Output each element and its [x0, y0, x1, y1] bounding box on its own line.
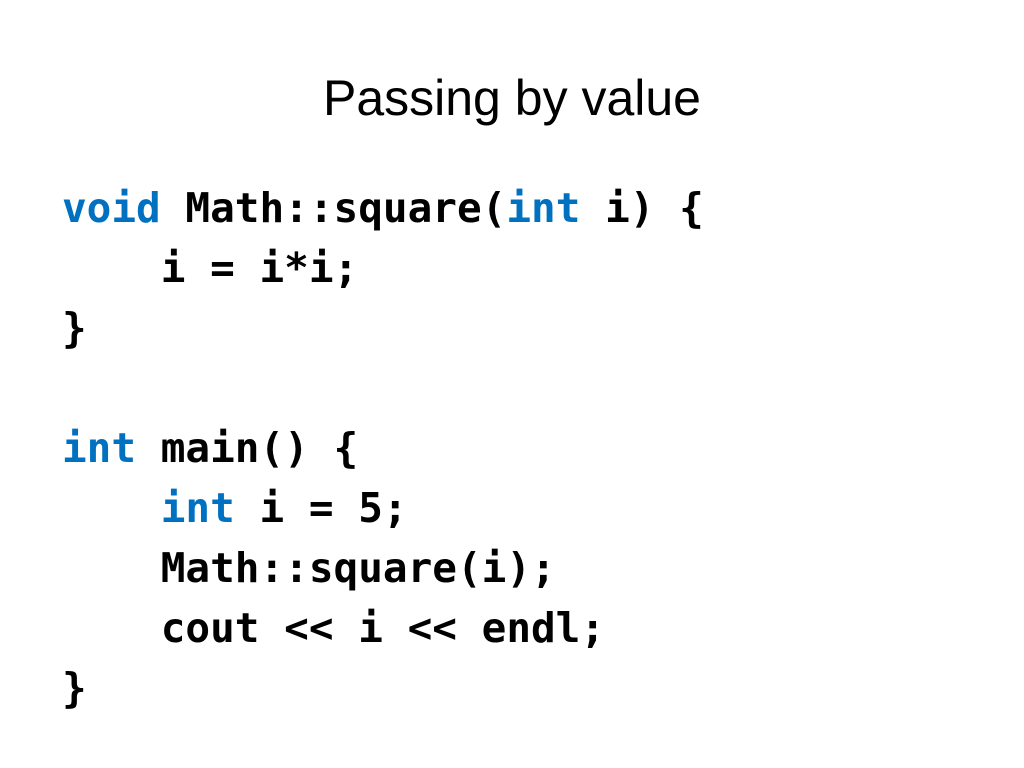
- code-line: int main() {: [62, 418, 704, 478]
- code-text: i = 5;: [234, 484, 408, 532]
- code-text: main() {: [136, 424, 359, 472]
- code-line: i = i*i;: [62, 238, 704, 298]
- code-line: }: [62, 298, 704, 358]
- code-line: int i = 5;: [62, 478, 704, 538]
- code-keyword: void: [62, 184, 161, 232]
- code-line: }: [62, 658, 704, 718]
- code-text: Math::square(i);: [62, 544, 556, 592]
- slide-title: Passing by value: [322, 70, 701, 126]
- code-block: void Math::square(int i) { i = i*i;} int …: [62, 178, 704, 718]
- code-line: void Math::square(int i) {: [62, 178, 704, 238]
- code-text: cout << i << endl;: [62, 604, 606, 652]
- code-line: cout << i << endl;: [62, 598, 704, 658]
- code-text: }: [62, 304, 87, 352]
- code-keyword: int: [506, 184, 581, 232]
- code-text: Math::square(: [160, 184, 507, 232]
- code-text: i = i*i;: [62, 244, 359, 292]
- code-keyword: int: [62, 424, 137, 472]
- code-keyword: int: [160, 484, 235, 532]
- code-line: Math::square(i);: [62, 538, 704, 598]
- code-text: i) {: [580, 184, 704, 232]
- code-text: }: [62, 664, 87, 712]
